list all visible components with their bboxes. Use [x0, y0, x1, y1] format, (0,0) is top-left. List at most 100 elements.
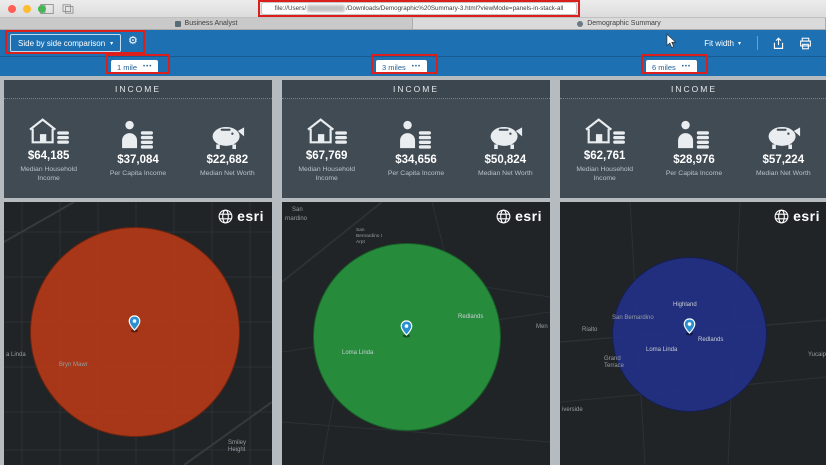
- stat-value: $50,824: [485, 154, 527, 166]
- map-place-label: Grand Terrace: [604, 356, 638, 370]
- stat-per-capita-income: $37,084 Per Capita Income: [93, 99, 182, 197]
- esri-logo[interactable]: esri: [218, 208, 264, 224]
- screen: file://Users/ /Downloads/Demographic%20S…: [0, 0, 826, 465]
- map-pin-icon: [683, 318, 696, 336]
- more-options-icon[interactable]: •••: [682, 64, 691, 70]
- map-place-label: a Linda: [6, 352, 26, 358]
- income-section-header: INCOME: [4, 80, 272, 99]
- fit-width-dropdown[interactable]: Fit width ▾: [704, 39, 741, 48]
- stat-median-net-worth: $57,224 Median Net Worth: [739, 99, 826, 197]
- stat-label: Median Household Income: [567, 166, 643, 184]
- map-place-label: rnardino: [285, 216, 307, 222]
- more-options-icon[interactable]: •••: [412, 64, 421, 70]
- tab-bar: Business Analyst Demographic Summary: [0, 18, 826, 30]
- toolbar-divider: [757, 36, 758, 50]
- stat-median-household-income: $64,185 Median Household Income: [4, 99, 93, 197]
- url-prefix: file://Users/: [275, 5, 307, 12]
- sidebar-toggle-icon[interactable]: [40, 4, 54, 14]
- address-bar[interactable]: file://Users/ /Downloads/Demographic%20S…: [261, 2, 577, 15]
- panel-3-miles: INCOME $67,769 Median Household Income $…: [282, 76, 550, 465]
- settings-gear-icon[interactable]: ⚙: [128, 36, 138, 47]
- section-title: INCOME: [393, 84, 439, 94]
- esri-wordmark: esri: [515, 208, 542, 224]
- stat-value: $64,185: [28, 150, 70, 162]
- map-place-label: Smiley Height: [228, 440, 262, 454]
- ring-button-6-miles[interactable]: 6 miles •••: [646, 60, 697, 74]
- income-stats: $64,185 Median Household Income $37,084 …: [4, 99, 272, 197]
- map-place-label: Redlands: [458, 314, 483, 320]
- ring-label: 3 miles: [382, 63, 406, 72]
- view-mode-label: Side by side comparison: [18, 39, 105, 48]
- esri-wordmark: esri: [793, 208, 820, 224]
- stat-label: Median Household Income: [289, 166, 365, 184]
- redacted-username: [307, 5, 345, 12]
- stat-value: $67,769: [306, 150, 348, 162]
- globe-icon: [218, 209, 233, 224]
- ring-button-3-miles[interactable]: 3 miles •••: [376, 60, 427, 74]
- map-6-miles[interactable]: Highland San Bernardino Rialto Redlands …: [560, 202, 826, 465]
- tab-overview-icon[interactable]: [62, 4, 74, 14]
- tab-business-analyst[interactable]: Business Analyst: [0, 18, 413, 29]
- tab-label: Demographic Summary: [587, 20, 661, 27]
- map-pin-icon: [128, 315, 141, 333]
- house-coins-icon: [27, 115, 71, 145]
- stat-value: $22,682: [207, 154, 249, 166]
- tab-label: Business Analyst: [185, 20, 238, 27]
- stat-per-capita-income: $34,656 Per Capita Income: [371, 99, 460, 197]
- view-mode-dropdown[interactable]: Side by side comparison ▾: [10, 34, 121, 52]
- piggy-bank-icon: [485, 119, 525, 149]
- income-stats: $67,769 Median Household Income $34,656 …: [282, 99, 550, 197]
- globe-icon: [774, 209, 789, 224]
- tab-demographic-summary[interactable]: Demographic Summary: [413, 18, 826, 29]
- mouse-cursor: [666, 33, 677, 50]
- stat-median-household-income: $62,761 Median Household Income: [560, 99, 649, 197]
- toolbar-right-tools: Fit width ▾: [704, 30, 826, 56]
- minimize-window-button[interactable]: [23, 5, 31, 13]
- house-coins-icon: [305, 115, 349, 145]
- more-options-icon[interactable]: •••: [143, 64, 152, 70]
- stat-label: Median Net Worth: [756, 170, 811, 179]
- chevron-down-icon: ▾: [110, 40, 113, 47]
- person-coins-icon: [119, 119, 157, 149]
- stat-label: Per Capita Income: [388, 170, 444, 179]
- ring-label: 1 mile: [117, 63, 137, 72]
- section-title: INCOME: [671, 84, 717, 94]
- fit-width-label: Fit width: [704, 39, 734, 48]
- stat-per-capita-income: $28,976 Per Capita Income: [649, 99, 738, 197]
- map-place-label: Redlands: [698, 337, 723, 343]
- url-suffix: /Downloads/Demographic%20Summary-3.html?…: [346, 5, 563, 12]
- income-section-header: INCOME: [282, 80, 550, 99]
- ring-buttons-row: 1 mile ••• 3 miles ••• 6 miles •••: [0, 56, 826, 76]
- map-place-label: San: [292, 207, 303, 213]
- print-icon[interactable]: [799, 37, 812, 50]
- piggy-bank-icon: [763, 119, 803, 149]
- stat-value: $28,976: [673, 154, 715, 166]
- map-place-label: Yucaip: [808, 352, 826, 358]
- income-card: INCOME $62,761 Median Household Income $…: [560, 80, 826, 198]
- ring-button-1-mile[interactable]: 1 mile •••: [111, 60, 158, 74]
- export-icon[interactable]: [772, 37, 785, 50]
- stat-value: $37,084: [117, 154, 159, 166]
- map-place-label: Bryn Mawr: [59, 362, 88, 368]
- person-coins-icon: [675, 119, 713, 149]
- map-place-label: Men: [536, 324, 548, 330]
- map-place-label: San Bernardino I Arpt: [356, 228, 386, 245]
- esri-logo[interactable]: esri: [496, 208, 542, 224]
- chevron-down-icon: ▾: [738, 40, 741, 47]
- stat-value: $57,224: [763, 154, 805, 166]
- house-coins-icon: [583, 115, 627, 145]
- map-1-mile[interactable]: Bryn Mawr a Linda Smiley Height esri: [4, 202, 272, 465]
- stat-label: Median Net Worth: [200, 170, 255, 179]
- map-place-label: Rialto: [582, 327, 597, 333]
- stat-median-net-worth: $50,824 Median Net Worth: [461, 99, 550, 197]
- close-window-button[interactable]: [8, 5, 16, 13]
- globe-icon: [496, 209, 511, 224]
- stat-median-household-income: $67,769 Median Household Income: [282, 99, 371, 197]
- person-coins-icon: [397, 119, 435, 149]
- map-pin-icon: [400, 320, 413, 338]
- stat-value: $34,656: [395, 154, 437, 166]
- piggy-bank-icon: [207, 119, 247, 149]
- map-3-miles[interactable]: San rnardino San Bernardino I Arpt Loma …: [282, 202, 550, 465]
- tab-favicon: [175, 21, 181, 27]
- esri-logo[interactable]: esri: [774, 208, 820, 224]
